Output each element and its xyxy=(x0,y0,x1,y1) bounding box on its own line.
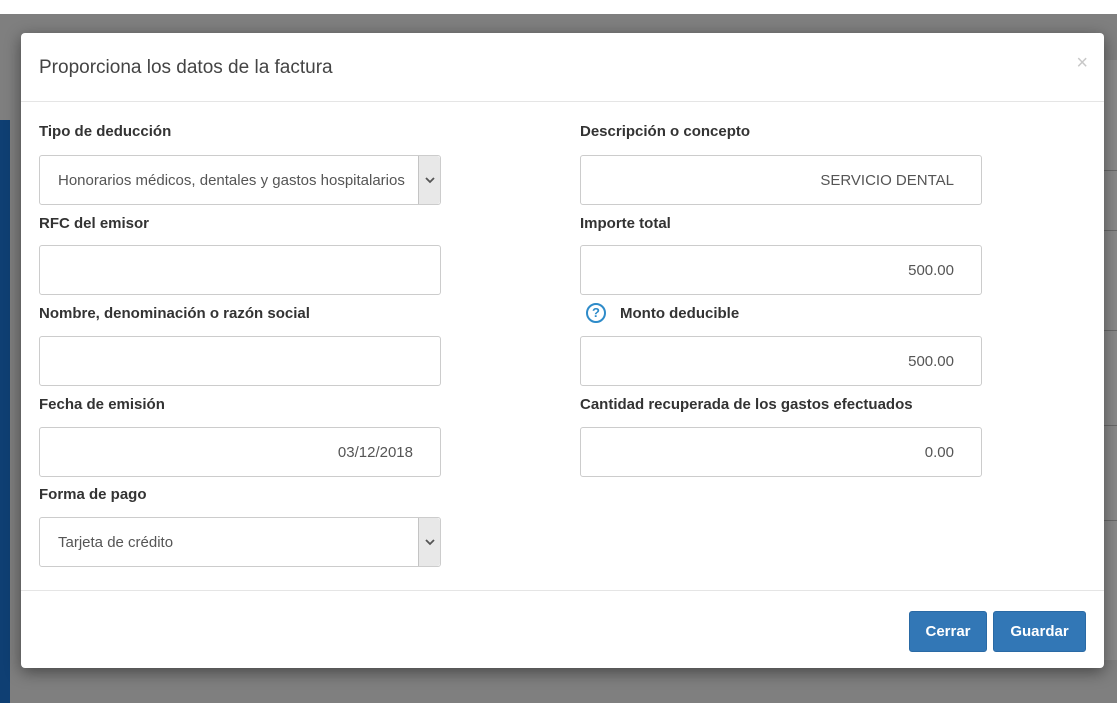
rfc-emisor-input[interactable] xyxy=(39,245,441,295)
modal-title: Proporciona los datos de la factura xyxy=(39,57,333,78)
background-side-bar xyxy=(0,120,10,703)
monto-deducible-label: Monto deducible xyxy=(620,305,740,322)
rfc-emisor-label: RFC del emisor xyxy=(39,215,150,232)
cantidad-recuperada-value: 0.00 xyxy=(924,444,954,461)
fecha-emision-input[interactable]: 03/12/2018 xyxy=(39,427,441,477)
monto-deducible-input[interactable]: 500.00 xyxy=(580,336,982,386)
modal-footer: Cerrar Guardar xyxy=(21,590,1104,669)
fecha-emision-label: Fecha de emisión xyxy=(39,396,165,413)
dropdown-button[interactable] xyxy=(418,156,440,204)
descripcion-input[interactable]: SERVICIO DENTAL xyxy=(580,155,982,205)
cantidad-recuperada-input[interactable]: 0.00 xyxy=(580,427,982,477)
close-icon[interactable]: × xyxy=(1076,53,1088,73)
chevron-down-icon xyxy=(425,177,435,184)
descripcion-label: Descripción o concepto xyxy=(580,123,751,140)
importe-total-label: Importe total xyxy=(580,215,671,232)
tipo-deduccion-selected-value: Honorarios médicos, dentales y gastos ho… xyxy=(58,172,405,189)
forma-pago-label: Forma de pago xyxy=(39,486,147,503)
nombre-input[interactable] xyxy=(39,336,441,386)
descripcion-value: SERVICIO DENTAL xyxy=(820,172,954,189)
monto-deducible-value: 500.00 xyxy=(908,353,954,370)
invoice-data-modal: Proporciona los datos de la factura × Ti… xyxy=(21,33,1104,668)
importe-total-input[interactable]: 500.00 xyxy=(580,245,982,295)
cantidad-recuperada-label: Cantidad recuperada de los gastos efectu… xyxy=(580,396,913,413)
importe-total-value: 500.00 xyxy=(908,262,954,279)
dropdown-button[interactable] xyxy=(418,518,440,566)
fecha-emision-value: 03/12/2018 xyxy=(337,444,413,461)
tipo-deduccion-label: Tipo de deducción xyxy=(39,123,172,140)
forma-pago-select[interactable]: Tarjeta de crédito xyxy=(39,517,441,567)
modal-header: Proporciona los datos de la factura × xyxy=(21,33,1104,102)
question-circle-icon[interactable]: ? xyxy=(586,303,606,323)
cerrar-button[interactable]: Cerrar xyxy=(909,611,987,652)
forma-pago-selected-value: Tarjeta de crédito xyxy=(58,534,174,551)
tipo-deduccion-select[interactable]: Honorarios médicos, dentales y gastos ho… xyxy=(39,155,441,205)
background-top-bar xyxy=(0,0,1117,14)
nombre-label: Nombre, denominación o razón social xyxy=(39,305,310,322)
guardar-button[interactable]: Guardar xyxy=(993,611,1086,652)
chevron-down-icon xyxy=(425,539,435,546)
